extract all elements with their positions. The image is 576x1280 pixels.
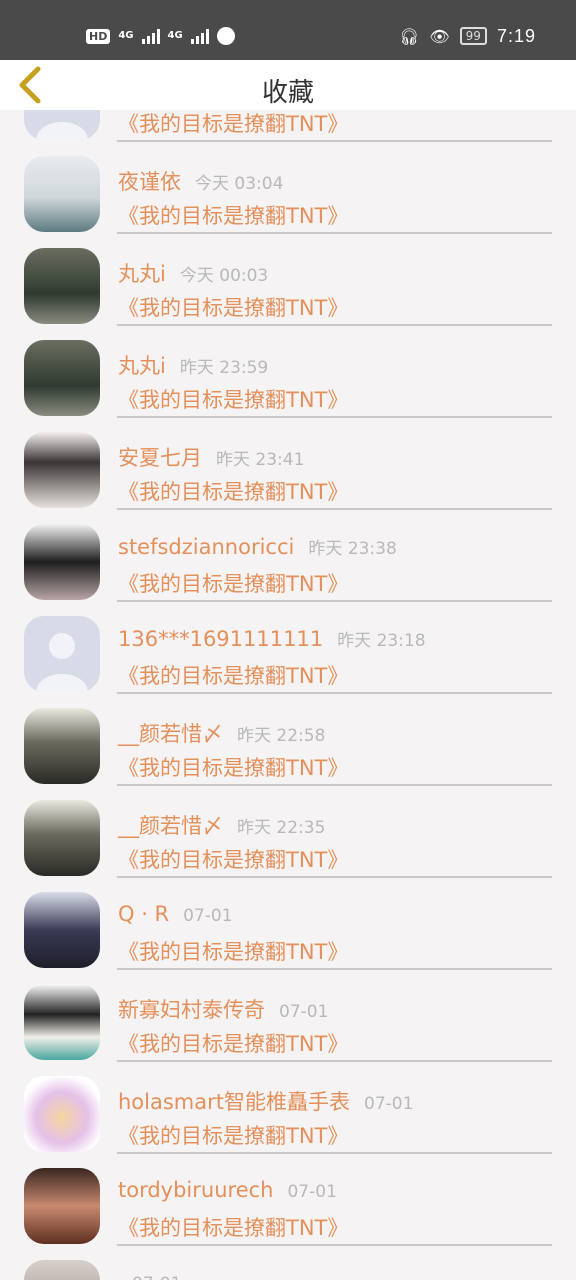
avatar[interactable] xyxy=(24,800,100,876)
favorite-content-link[interactable]: 《我的目标是撩翻TNT》 xyxy=(118,1212,348,1242)
user-name[interactable]: tordybiruurech xyxy=(118,1178,273,1202)
name-line: 07-01 xyxy=(118,1270,181,1280)
name-line: tordybiruurech 07-01 xyxy=(118,1178,337,1202)
favorite-content-link[interactable]: 《我的目标是撩翻TNT》 xyxy=(118,1120,348,1150)
list-item[interactable]: 安夏七月 昨天 23:41 《我的目标是撩翻TNT》 xyxy=(0,416,576,510)
name-line: 136***1691111111 昨天 23:18 xyxy=(118,626,426,651)
default-avatar-icon xyxy=(36,633,88,692)
list-item[interactable]: 《我的目标是撩翻TNT》 xyxy=(0,110,576,142)
page-title: 收藏 xyxy=(261,78,314,108)
timestamp: 今天 00:03 xyxy=(179,266,269,286)
user-name[interactable]: 丸丸i xyxy=(118,354,166,378)
avatar[interactable] xyxy=(24,616,100,692)
name-line: 夜谨依 今天 03:04 xyxy=(118,166,283,196)
name-line: __颜若惜〆 昨天 22:35 xyxy=(118,810,325,840)
timestamp: 昨天 22:35 xyxy=(237,818,326,838)
timestamp: 昨天 23:59 xyxy=(179,358,269,378)
user-name[interactable]: 安夏七月 xyxy=(118,446,202,470)
user-name[interactable]: holasmart智能椎矗手表 xyxy=(118,1090,350,1114)
timestamp: 07-01 xyxy=(183,906,233,926)
avatar[interactable] xyxy=(24,248,100,324)
list-item[interactable]: stefsdziannoricci 昨天 23:38 《我的目标是撩翻TNT》 xyxy=(0,508,576,602)
favorite-content-link[interactable]: 《我的目标是撩翻TNT》 xyxy=(118,1028,348,1058)
timestamp: 07-01 xyxy=(364,1094,414,1114)
avatar[interactable] xyxy=(24,892,100,968)
list-item[interactable]: __颜若惜〆 昨天 22:58 《我的目标是撩翻TNT》 xyxy=(0,692,576,786)
list-item[interactable]: 136***1691111111 昨天 23:18 《我的目标是撩翻TNT》 xyxy=(0,600,576,694)
default-avatar-icon xyxy=(36,122,88,140)
avatar[interactable] xyxy=(24,1260,100,1280)
list-item[interactable]: 07-01 xyxy=(0,1244,576,1280)
status-right: 🎧︎ 👁︎ 99 7:19 xyxy=(399,24,536,48)
user-name[interactable]: __颜若惜〆 xyxy=(118,814,223,838)
list-item[interactable]: 丸丸i 昨天 23:59 《我的目标是撩翻TNT》 xyxy=(0,324,576,418)
avatar[interactable] xyxy=(24,984,100,1060)
hd-icon: HD xyxy=(86,28,111,44)
status-bar: HD 4G 4G 🎧︎ 👁︎ 99 7:19 xyxy=(0,0,576,60)
list-item[interactable]: 夜谨依 今天 03:04 《我的目标是撩翻TNT》 xyxy=(0,140,576,234)
name-line: __颜若惜〆 昨天 22:58 xyxy=(118,718,325,748)
list-item[interactable]: Q · R 07-01 《我的目标是撩翻TNT》 xyxy=(0,876,576,970)
favorites-list-inner: 《我的目标是撩翻TNT》 夜谨依 今天 03:04 《我的目标是撩翻TNT》 丸丸i 今天… xyxy=(0,110,576,1280)
user-name[interactable]: 新寡妇村泰传奇 xyxy=(118,998,265,1022)
name-line: 丸丸i 昨天 23:59 xyxy=(118,350,268,380)
favorite-content-link[interactable]: 《我的目标是撩翻TNT》 xyxy=(118,844,348,874)
timestamp: 07-01 xyxy=(287,1182,337,1202)
user-name[interactable]: 丸丸i xyxy=(118,262,166,286)
name-line: Q · R 07-01 xyxy=(118,902,233,926)
name-line: stefsdziannoricci 昨天 23:38 xyxy=(118,534,397,559)
clock: 7:19 xyxy=(496,25,536,46)
signal-icon xyxy=(141,28,160,44)
avatar[interactable] xyxy=(24,156,100,232)
timestamp: 昨天 23:38 xyxy=(308,539,397,559)
avatar[interactable] xyxy=(24,524,100,600)
user-name[interactable]: Q · R xyxy=(118,902,169,926)
name-line: holasmart智能椎矗手表 07-01 xyxy=(118,1086,413,1116)
headset-icon: 🎧︎ xyxy=(399,26,420,46)
battery-icon: 99 xyxy=(459,27,487,45)
list-item[interactable]: 丸丸i 今天 00:03 《我的目标是撩翻TNT》 xyxy=(0,232,576,326)
avatar[interactable] xyxy=(24,1076,100,1152)
name-line: 新寡妇村泰传奇 07-01 xyxy=(118,994,328,1024)
user-name[interactable]: stefsdziannoricci xyxy=(118,535,294,559)
eye-icon: 👁︎ xyxy=(429,26,450,46)
favorite-content-link[interactable]: 《我的目标是撩翻TNT》 xyxy=(118,660,348,690)
favorite-content-link[interactable]: 《我的目标是撩翻TNT》 xyxy=(118,200,348,230)
avatar[interactable] xyxy=(24,340,100,416)
favorite-content-link[interactable]: 《我的目标是撩翻TNT》 xyxy=(118,936,348,966)
avatar[interactable] xyxy=(24,708,100,784)
timestamp: 昨天 23:18 xyxy=(337,631,426,651)
signal-icon-2 xyxy=(190,28,209,44)
favorite-content-link[interactable]: 《我的目标是撩翻TNT》 xyxy=(118,292,348,322)
favorite-content-link[interactable]: 《我的目标是撩翻TNT》 xyxy=(118,110,348,138)
favorite-content-link[interactable]: 《我的目标是撩翻TNT》 xyxy=(118,384,348,414)
avatar[interactable] xyxy=(24,110,100,140)
user-name[interactable]: __颜若惜〆 xyxy=(118,722,223,746)
timestamp: 昨天 23:41 xyxy=(216,450,305,470)
timestamp: 今天 03:04 xyxy=(195,174,284,194)
favorites-list[interactable]: 《我的目标是撩翻TNT》 夜谨依 今天 03:04 《我的目标是撩翻TNT》 丸丸i 今天… xyxy=(0,110,576,1280)
favorite-content-link[interactable]: 《我的目标是撩翻TNT》 xyxy=(118,568,348,598)
list-item[interactable]: __颜若惜〆 昨天 22:35 《我的目标是撩翻TNT》 xyxy=(0,784,576,878)
timestamp: 昨天 22:58 xyxy=(237,726,326,746)
favorite-content-link[interactable]: 《我的目标是撩翻TNT》 xyxy=(118,752,348,782)
list-item[interactable]: tordybiruurech 07-01 《我的目标是撩翻TNT》 xyxy=(0,1152,576,1246)
globe-icon xyxy=(216,27,235,45)
favorite-content-link[interactable]: 《我的目标是撩翻TNT》 xyxy=(118,476,348,506)
user-name[interactable]: 136***1691111111 xyxy=(118,627,323,651)
nav-bar: 收藏 xyxy=(0,60,576,110)
network-4g-label-2: 4G xyxy=(167,30,183,41)
timestamp: 07-01 xyxy=(132,1274,181,1280)
network-4g-label: 4G xyxy=(118,30,134,41)
name-line: 安夏七月 昨天 23:41 xyxy=(118,442,304,472)
avatar[interactable] xyxy=(24,432,100,508)
avatar[interactable] xyxy=(24,1168,100,1244)
user-name[interactable]: 夜谨依 xyxy=(118,170,181,194)
list-item[interactable]: holasmart智能椎矗手表 07-01 《我的目标是撩翻TNT》 xyxy=(0,1060,576,1154)
name-line: 丸丸i 今天 00:03 xyxy=(118,258,268,288)
list-item[interactable]: 新寡妇村泰传奇 07-01 《我的目标是撩翻TNT》 xyxy=(0,968,576,1062)
status-left: HD 4G 4G xyxy=(86,24,235,48)
timestamp: 07-01 xyxy=(279,1002,329,1022)
